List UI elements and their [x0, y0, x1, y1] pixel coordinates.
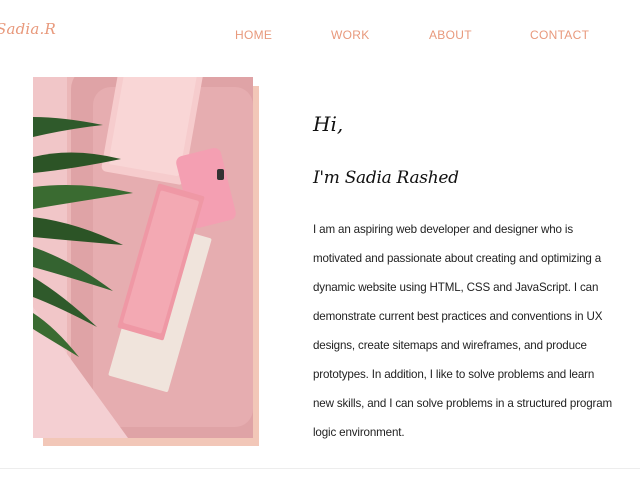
nav-work-link[interactable]: WORK: [331, 28, 370, 42]
hero-photo: [33, 77, 253, 438]
nav-home-link[interactable]: HOME: [235, 28, 272, 42]
main-nav: HOME WORK ABOUT CONTACT: [0, 28, 640, 44]
footer-divider: [0, 468, 640, 469]
name-heading: I'm Sadia Rashed: [313, 168, 459, 188]
greeting-heading: Hi,: [313, 112, 344, 136]
bio-paragraph: I am an aspiring web developer and desig…: [313, 223, 613, 439]
nav-contact-link[interactable]: CONTACT: [530, 28, 589, 42]
nav-about-link[interactable]: ABOUT: [429, 28, 472, 42]
pink-desk-flatlay-image: [33, 77, 253, 438]
